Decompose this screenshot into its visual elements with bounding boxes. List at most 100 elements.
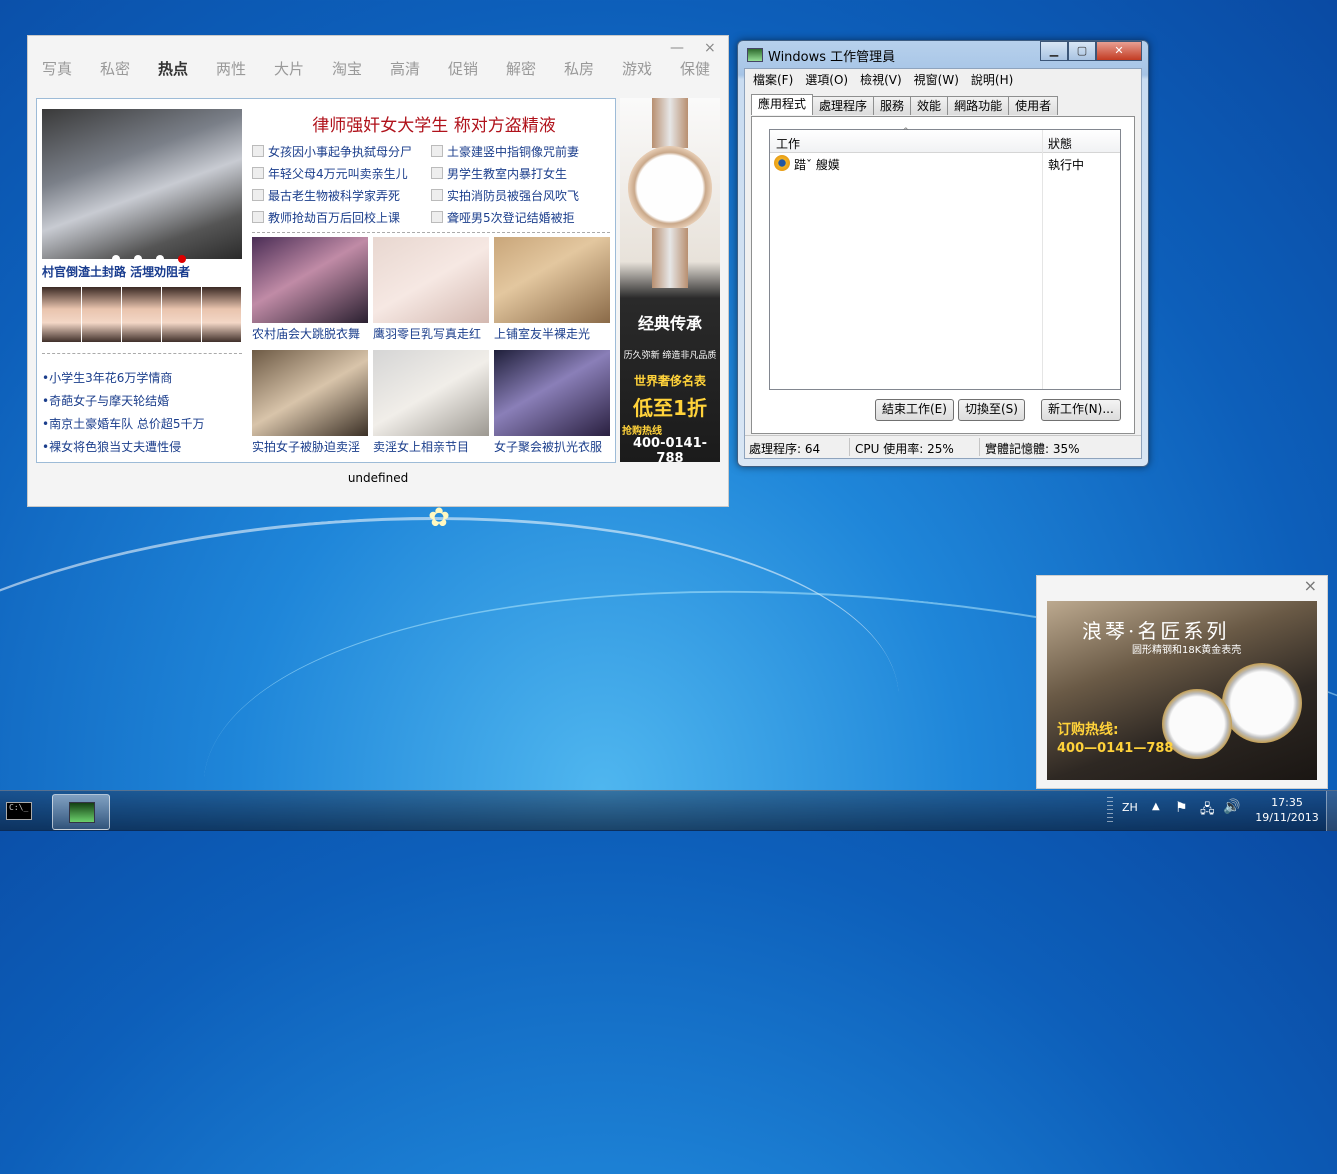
show-desktop-button[interactable] [1326,791,1337,831]
maximize-button[interactable]: ▢ [1068,41,1096,61]
tab-users[interactable]: 使用者 [1008,96,1059,115]
tab-cuxiao[interactable]: 促销 [448,58,478,79]
task-name: 踖ˇ 艘嫫 [794,158,840,172]
status-divider [849,438,850,456]
status-memory: 實體記憶體: 35% [985,442,1080,456]
volume-icon[interactable]: 🔊 [1223,799,1240,839]
tab-redian[interactable]: 热点 [158,58,188,79]
carousel-dot[interactable] [156,255,164,263]
menu-windows[interactable]: 視窗(W) [914,71,959,89]
thumbnail-caption[interactable]: 鹰羽零巨乳写真走红 [373,325,498,342]
task-manager-taskbar-button[interactable] [52,794,110,830]
list-item[interactable]: 女孩因小事起争执弑母分尸 [252,141,412,163]
tab-gaoqing[interactable]: 高清 [390,58,420,79]
tab-services[interactable]: 服務 [873,96,912,115]
list-item[interactable]: 土豪建竖中指铜像咒前妻 [431,141,579,163]
tab-performance[interactable]: 效能 [910,96,949,115]
table-row[interactable]: 踖ˇ 艘嫫 執行中 [774,155,1114,173]
close-icon[interactable]: × [1304,576,1317,595]
main-news-photo[interactable] [42,109,242,263]
watch-ad-image[interactable]: 浪琴·名匠系列 圆形精钢和18K黄金表壳 订购热线: 400—0141—788 [1047,601,1317,780]
tab-xiezhen[interactable]: 写真 [42,58,72,79]
action-center-flag-icon[interactable]: ⚑ [1175,800,1188,840]
thumbnail-photo[interactable] [494,237,610,323]
list-item[interactable]: 年轻父母4万元叫卖亲生儿 [252,163,412,185]
list-item[interactable]: •奇葩女子与摩天轮结婚 [42,390,205,413]
divider [42,353,242,354]
face-photo[interactable] [202,287,241,342]
menu-options[interactable]: 選項(O) [805,71,848,89]
side-ad-brand: 经典传承 [637,314,702,333]
close-icon[interactable]: × [704,40,716,56]
tab-sifang[interactable]: 私房 [564,58,594,79]
watch-band [652,228,688,288]
list-item[interactable]: •裸女将色狼当丈夫遭性侵 [42,436,205,459]
list-item[interactable]: •南京土豪婚车队 总价超5千万 [42,413,205,436]
carousel-dot[interactable] [112,255,120,263]
thumbnail-photo[interactable] [373,350,489,436]
clock-date: 19/11/2013 [1255,811,1319,824]
list-item[interactable]: 聋哑男5次登记结婚被拒 [431,207,579,229]
thumbnail-caption[interactable]: 上铺室友半裸走光 [494,325,619,342]
status-bar: 處理程序: 64 CPU 使用率: 25% 實體記憶體: 35% [745,435,1141,458]
tab-dapian[interactable]: 大片 [274,58,304,79]
side-ad-price: 低至1折 [633,396,707,420]
menu-help[interactable]: 說明(H) [971,71,1013,89]
close-button[interactable]: ✕ [1096,41,1142,61]
menu-bar: 檔案(F) 選項(O) 檢視(V) 視窗(W) 說明(H) [747,71,1019,89]
show-hidden-icons-icon[interactable]: ▲ [1152,801,1160,841]
side-ad-slogan: 世界奢侈名表 [633,374,706,388]
list-item[interactable]: •小学生3年花6万学情商 [42,367,205,390]
column-header-task[interactable]: 工作 [776,135,800,152]
list-item[interactable]: 最古老生物被科学家弄死 [252,185,412,207]
list-header: 工作 ^ 狀態 [770,127,1120,389]
tab-processes[interactable]: 處理程序 [812,96,875,115]
thumbnail-photo[interactable] [252,350,368,436]
new-task-button[interactable]: 新工作(N)... [1041,399,1121,421]
face-photo[interactable] [82,287,121,342]
cmd-taskbar-button[interactable]: C:\_ [2,794,36,828]
thumbnail-caption[interactable]: 卖淫女上相亲节目 [373,438,498,455]
column-header-status[interactable]: 狀態 [1048,135,1072,152]
list-item[interactable]: 实拍消防员被强台风吹飞 [431,185,579,207]
clock[interactable]: 17:35 19/11/2013 [1250,795,1324,835]
language-indicator[interactable]: ZH [1122,801,1138,841]
tray-grip[interactable] [1107,797,1113,825]
minimize-icon[interactable]: — [670,40,684,56]
face-photo[interactable] [162,287,201,342]
tab-youxi[interactable]: 游戏 [622,58,652,79]
thumbnail-caption[interactable]: 女子聚会被扒光衣服 [494,438,619,455]
taskbar: C:\_ ZH ▲ ⚑ 🖧 🔊 17:35 19/11/2013 [0,790,1337,831]
tab-taobao[interactable]: 淘宝 [332,58,362,79]
carousel-dot[interactable] [134,255,142,263]
end-task-button[interactable]: 結束工作(E) [875,399,954,421]
thumbnail-photo[interactable] [252,237,368,323]
tab-simi[interactable]: 私密 [100,58,130,79]
thumbnail-photo[interactable] [373,237,489,323]
faces-strip-photo[interactable] [42,287,242,342]
side-ad-hotline: 抢购热线 [622,426,662,437]
thumbnail-caption[interactable]: 农村庙会大跳脱衣舞 [252,325,377,342]
task-list[interactable]: 工作 ^ 狀態 踖ˇ 艘嫫 執行中 [769,127,1121,390]
list-item[interactable]: 男学生教室内暴打女生 [431,163,579,185]
switch-to-button[interactable]: 切換至(S) [958,399,1025,421]
menu-view[interactable]: 檢視(V) [860,71,902,89]
tab-jiemi[interactable]: 解密 [506,58,536,79]
tab-baojian[interactable]: 保健 [680,58,710,79]
main-photo-caption[interactable]: 村官倒渣土封路 活埋劝阻者 [42,263,190,280]
minimize-button[interactable]: ▁ [1040,41,1068,61]
headline-link[interactable]: 律师强奸女大学生 称对方盗精液 [259,111,609,136]
thumbnail-photo[interactable] [494,350,610,436]
tab-applications[interactable]: 應用程式 [751,94,814,115]
face-photo[interactable] [122,287,161,342]
list-item[interactable]: 教师抢劫百万后回校上课 [252,207,412,229]
face-photo[interactable] [42,287,81,342]
tab-networking[interactable]: 網路功能 [947,96,1010,115]
tab-liangxing[interactable]: 两性 [216,58,246,79]
watch-side-ad[interactable]: 经典传承 历久弥新 缔造非凡品质 世界奢侈名表 低至1折 抢购热线 400-01… [620,98,720,466]
menu-file[interactable]: 檔案(F) [753,71,793,89]
thumbnail-caption[interactable]: 实拍女子被胁迫卖淫 [252,438,377,455]
carousel-dot-active[interactable] [178,255,186,263]
network-icon[interactable]: 🖧 [1200,800,1215,840]
watch-face-icon [628,146,712,230]
